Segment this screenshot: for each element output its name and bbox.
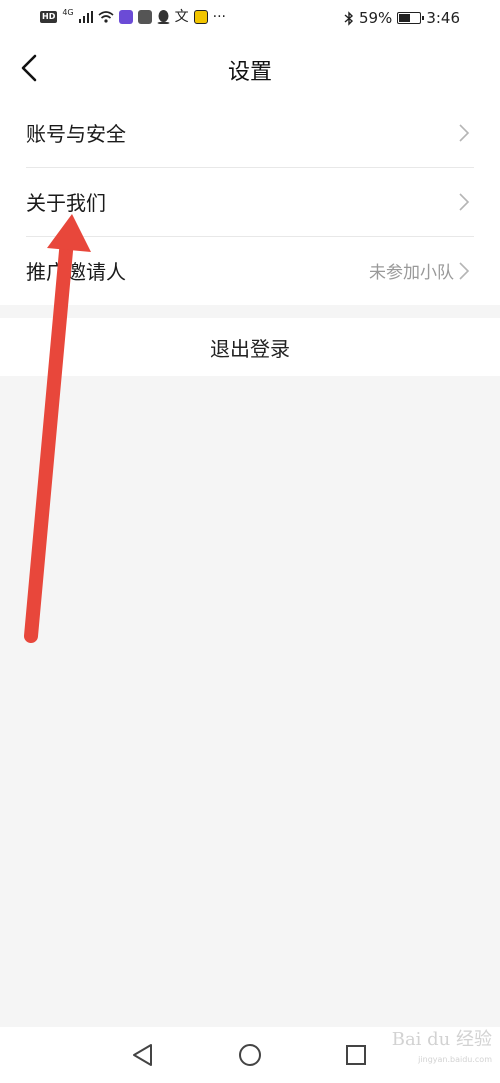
recents-square-icon[interactable] (342, 1041, 370, 1069)
chevron-right-icon (459, 261, 470, 280)
back-triangle-icon[interactable] (129, 1041, 157, 1069)
settings-item-right (458, 98, 470, 167)
baidu-watermark: Bai du 经验 jingyan.baidu.com (392, 1030, 492, 1070)
text-icon: 文 (174, 9, 189, 25)
bluetooth-icon (344, 10, 353, 26)
settings-item-account-security[interactable]: 账号与安全 (0, 98, 500, 167)
home-circle-icon[interactable] (236, 1041, 264, 1069)
clock: 3:46 (426, 9, 460, 27)
app-icon-hand (137, 10, 152, 24)
network-type-label: 4G (62, 8, 74, 17)
status-right-icons: 59% 3:46 (344, 9, 460, 27)
battery-percent: 59% (358, 9, 393, 27)
qq-icon (157, 10, 170, 24)
watermark-text: Bai du 经验 (391, 1029, 492, 1050)
settings-item-label: 关于我们 (26, 191, 106, 215)
more-indicator: ··· (212, 9, 226, 25)
app-icon-yellow (193, 10, 208, 24)
settings-item-referrer[interactable]: 推广邀请人 未参加小队 (0, 236, 500, 305)
settings-item-about-us[interactable]: 关于我们 (0, 167, 500, 236)
battery-icon (397, 12, 425, 24)
status-bar: HD 4G 文 ··· 59% 3:46 (0, 0, 500, 38)
settings-item-right (458, 167, 470, 236)
settings-item-right: 未参加小队 (369, 236, 470, 305)
chevron-right-icon (459, 123, 470, 142)
app-icon-purple (118, 10, 133, 24)
settings-item-label: 账号与安全 (26, 122, 126, 146)
header: 设置 (0, 38, 500, 98)
chevron-right-icon (459, 192, 470, 211)
page-title: 设置 (227, 60, 272, 85)
battery-level (399, 14, 410, 22)
settings-item-value: 未参加小队 (369, 263, 454, 283)
watermark-sub: jingyan.baidu.com (418, 1055, 492, 1064)
hd-icon: HD (40, 11, 58, 23)
status-left-icons: HD 4G 文 ··· (40, 9, 226, 25)
settings-list: 账号与安全 关于我们 推广邀请人 未参加小队 (0, 98, 500, 305)
wifi-icon (98, 11, 114, 23)
logout-button[interactable]: 退出登录 (0, 318, 500, 376)
settings-item-label: 推广邀请人 (26, 260, 126, 284)
signal-icon (78, 11, 93, 23)
